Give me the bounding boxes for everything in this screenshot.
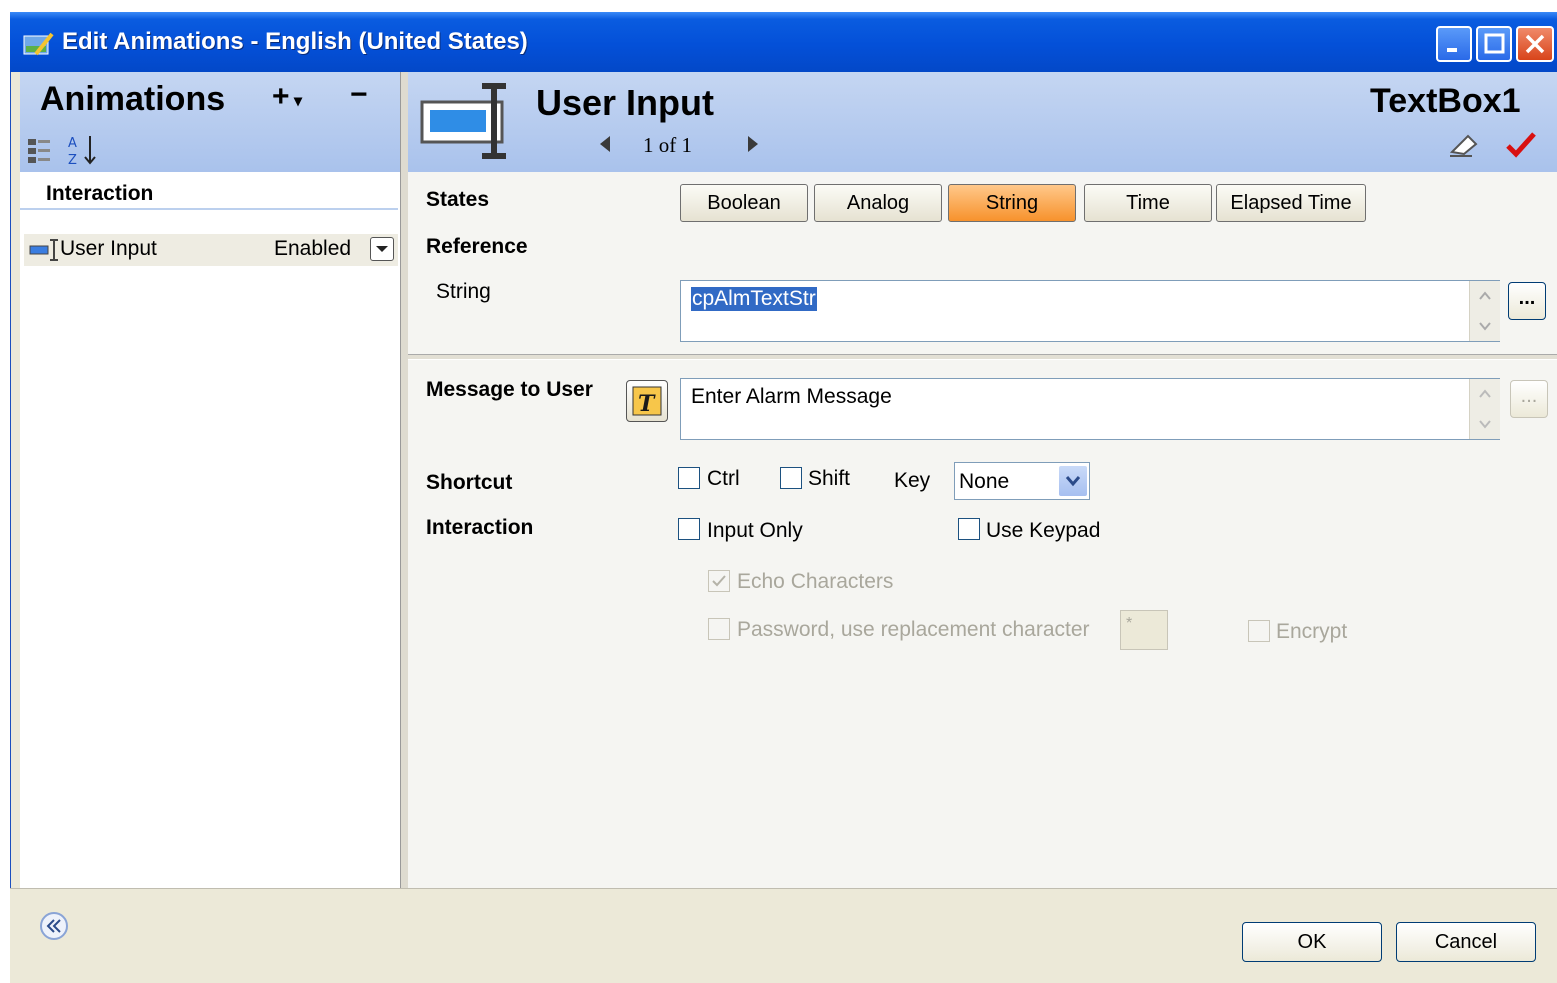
encrypt-checkbox[interactable]: [1248, 620, 1270, 642]
svg-text:T: T: [638, 391, 656, 417]
check-icon[interactable]: [1504, 130, 1538, 160]
key-label: Key: [894, 469, 931, 492]
reference-scrollbar[interactable]: [1469, 281, 1500, 341]
states-label: States: [426, 188, 490, 211]
reference-browse-button[interactable]: ...: [1508, 282, 1546, 320]
input-only-checkbox[interactable]: [678, 518, 700, 540]
user-input-large-icon: [418, 80, 518, 164]
eraser-icon[interactable]: [1448, 132, 1480, 158]
list-item-status: Enabled: [274, 237, 352, 260]
replacement-char-value: *: [1126, 615, 1133, 632]
state-boolean-button[interactable]: Boolean: [680, 184, 808, 222]
input-only-label: Input Only: [707, 519, 803, 542]
state-string-button[interactable]: String: [948, 184, 1076, 222]
ctrl-checkbox[interactable]: [678, 467, 700, 489]
message-browse-button[interactable]: ...: [1510, 380, 1548, 418]
minimize-button[interactable]: [1436, 26, 1472, 62]
status-dropdown-button[interactable]: [370, 237, 394, 261]
previous-arrow-icon[interactable]: [596, 134, 616, 154]
list-item-label: User Input: [60, 237, 157, 260]
message-input[interactable]: Enter Alarm Message: [680, 378, 1500, 440]
interaction-label: Interaction: [426, 516, 534, 539]
echo-characters-checkbox[interactable]: [708, 570, 730, 592]
animation-title: User Input: [536, 82, 715, 123]
chevron-down-icon[interactable]: [1059, 466, 1087, 496]
reference-string-input[interactable]: cpAlmTextStr: [680, 280, 1500, 342]
text-format-icon[interactable]: T: [626, 380, 668, 422]
sort-alphabetical-icon[interactable]: AZ: [66, 132, 100, 168]
window-title: Edit Animations - English (United States…: [62, 28, 528, 55]
chevron-down-icon: ▾: [289, 93, 303, 110]
pager-text: 1 of 1: [643, 133, 692, 157]
section-separator: [408, 354, 1557, 360]
replacement-char-input[interactable]: *: [1120, 610, 1168, 650]
shift-label: Shift: [808, 467, 851, 490]
shortcut-label: Shortcut: [426, 471, 513, 494]
message-label: Message to User: [426, 378, 593, 401]
category-underline: [20, 208, 398, 210]
categorized-view-icon[interactable]: [26, 136, 56, 166]
password-label: Password, use replacement character: [737, 618, 1090, 641]
use-keypad-label: Use Keypad: [986, 519, 1101, 542]
state-analog-button[interactable]: Analog: [814, 184, 942, 222]
close-button[interactable]: [1516, 26, 1554, 62]
message-scrollbar[interactable]: [1469, 379, 1500, 439]
category-interaction: Interaction: [46, 182, 154, 205]
string-field-label: String: [436, 280, 491, 303]
password-checkbox[interactable]: [708, 618, 730, 640]
maximize-button[interactable]: [1476, 26, 1512, 62]
object-name: TextBox1: [1370, 82, 1521, 120]
checkmark-icon: [712, 575, 726, 587]
animations-list-panel: [20, 172, 401, 888]
cancel-button[interactable]: Cancel: [1396, 922, 1536, 962]
ok-button[interactable]: OK: [1242, 922, 1382, 962]
state-time-button[interactable]: Time: [1084, 184, 1212, 222]
use-keypad-checkbox[interactable]: [958, 518, 980, 540]
key-select-value: None: [959, 470, 1010, 493]
animations-heading: Animations: [40, 80, 226, 118]
collapse-panel-icon[interactable]: [38, 910, 70, 942]
svg-text:A: A: [68, 136, 77, 151]
shift-checkbox[interactable]: [780, 467, 802, 489]
message-value: Enter Alarm Message: [691, 385, 892, 408]
remove-animation-button[interactable]: −: [350, 78, 368, 112]
reference-label: Reference: [426, 235, 528, 258]
state-elapsed-time-button[interactable]: Elapsed Time: [1216, 184, 1366, 222]
list-item-user-input[interactable]: User Input Enabled: [24, 234, 398, 266]
echo-characters-label: Echo Characters: [737, 570, 894, 593]
svg-text:Z: Z: [68, 153, 77, 168]
ctrl-label: Ctrl: [707, 467, 740, 490]
key-select[interactable]: None: [954, 462, 1090, 500]
app-icon: [22, 30, 54, 58]
next-arrow-icon[interactable]: [742, 134, 762, 154]
add-animation-button[interactable]: + ▾: [272, 80, 302, 114]
reference-value: cpAlmTextStr: [691, 287, 817, 311]
encrypt-label: Encrypt: [1276, 620, 1348, 643]
user-input-icon: [28, 238, 60, 262]
